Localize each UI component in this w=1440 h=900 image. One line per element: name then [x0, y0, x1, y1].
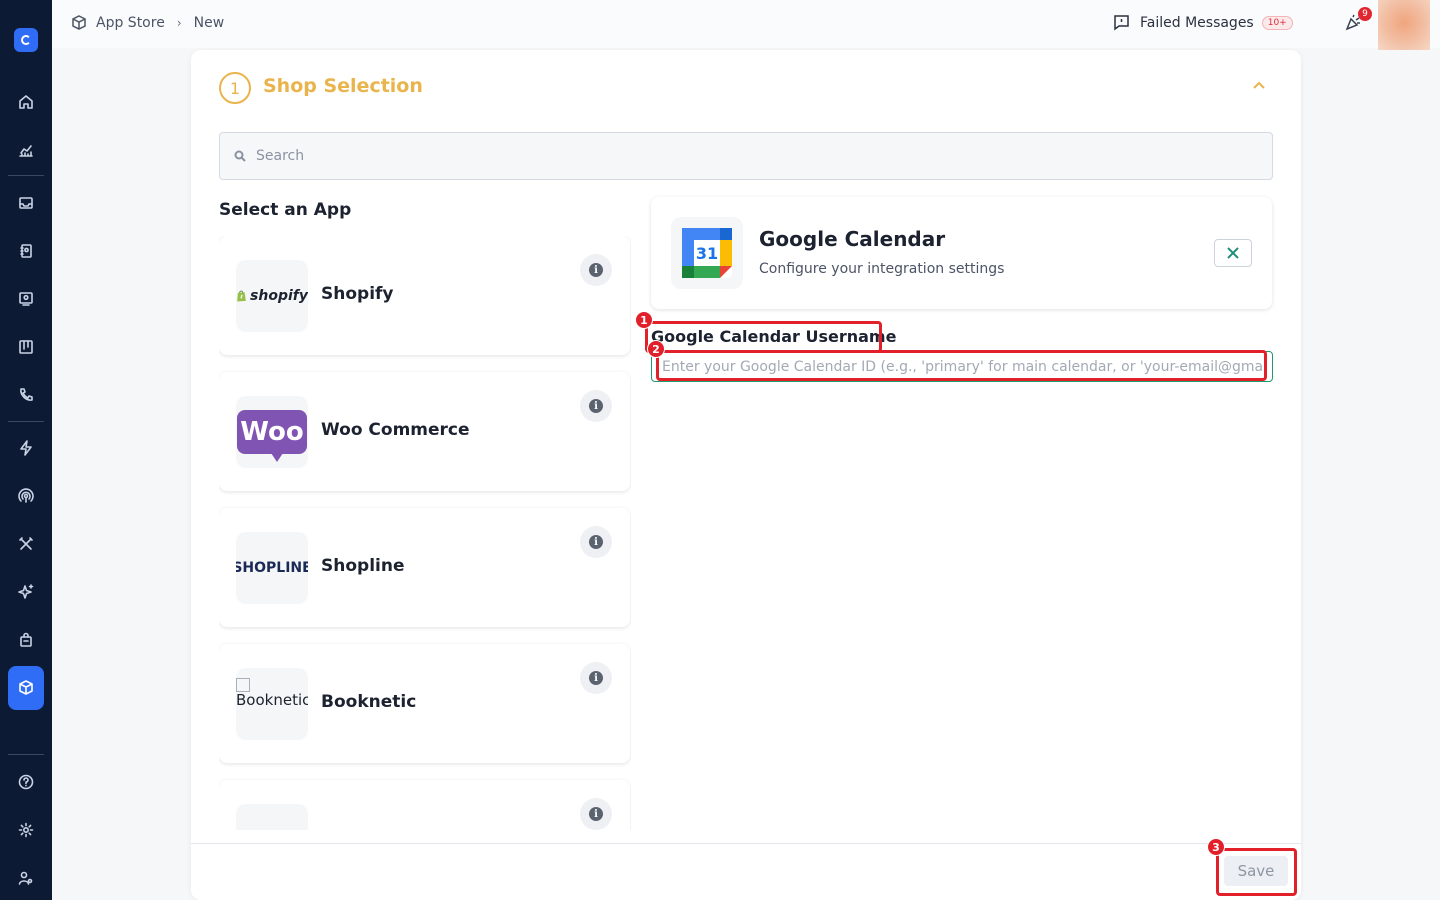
info-icon: i [589, 263, 603, 277]
avatar[interactable] [1378, 0, 1430, 50]
phone-icon[interactable] [8, 377, 44, 413]
info-icon: i [589, 807, 603, 821]
close-icon [1227, 247, 1239, 259]
app-card-booknetic[interactable]: Booknetic Booknetic i [219, 644, 630, 763]
integration-subtitle: Configure your integration settings [759, 261, 1005, 277]
app-card-shopline[interactable]: SHOPLINE Shopline i [219, 508, 630, 627]
shopify-bag-icon [237, 290, 246, 302]
calendar-username-label: Google Calendar Username [651, 327, 897, 346]
select-app-heading: Select an App [219, 200, 352, 220]
app-list: shopify Shopify i Woo Woo Commerce i SHO… [219, 236, 631, 830]
info-button[interactable]: i [580, 254, 612, 286]
step-title: Shop Selection [263, 75, 423, 97]
analytics-icon[interactable] [8, 132, 44, 168]
google-calendar-icon: 31 [682, 228, 732, 278]
info-button[interactable]: i [580, 390, 612, 422]
app-store-icon[interactable] [8, 666, 44, 710]
sidebar [0, 0, 52, 900]
annotation-badge-3: 3 [1207, 838, 1225, 856]
app-name: Shopify [321, 284, 394, 304]
shopline-wordmark: SHOPLINE [236, 560, 308, 576]
app-store-breadcrumb-icon [70, 14, 88, 32]
breadcrumb: App Store › New [70, 14, 224, 32]
google-calendar-card: 31 Google Calendar Configure your integr… [651, 197, 1272, 309]
info-icon: i [589, 535, 603, 549]
booknetic-logo: Booknetic [236, 668, 308, 740]
settings-icon[interactable] [8, 812, 44, 848]
chevron-up-icon[interactable] [1251, 78, 1267, 94]
info-button[interactable]: i [580, 662, 612, 694]
integration-title: Google Calendar [759, 227, 946, 251]
chevron-right-icon: › [176, 16, 182, 30]
panel-footer: Save [191, 843, 1301, 900]
info-button[interactable]: i [580, 798, 612, 830]
google-calendar-logo: 31 [671, 217, 743, 289]
search-icon [234, 150, 246, 162]
calendar-username-field [651, 351, 1273, 382]
failed-messages-count-badge: 10+ [1261, 15, 1293, 30]
inbox-icon[interactable] [8, 185, 44, 221]
booknetic-alt-text: Booknetic [236, 691, 308, 708]
ai-sparkle-icon[interactable] [8, 574, 44, 610]
shopify-logo: shopify [236, 260, 308, 332]
app-card-woo-commerce[interactable]: Woo Woo Commerce i [219, 372, 630, 491]
app-name: Shopline [321, 556, 405, 576]
help-icon[interactable] [8, 764, 44, 800]
app-name: Woo Commerce [321, 420, 470, 440]
shop-selection-panel: 1 Shop Selection Select an App shopify S… [191, 50, 1301, 900]
save-button[interactable]: Save [1224, 856, 1288, 886]
search-input[interactable] [256, 148, 1156, 164]
failed-messages-label: Failed Messages [1140, 14, 1254, 31]
tools-icon[interactable] [8, 526, 44, 562]
notification-count-badge: 9 [1358, 7, 1372, 21]
calendar-username-input[interactable] [662, 358, 1262, 375]
sidebar-divider [8, 421, 44, 422]
app-logo-partial [236, 804, 308, 830]
user-settings-icon[interactable] [8, 860, 44, 896]
app-name: Booknetic [321, 692, 417, 712]
contacts-icon[interactable] [8, 233, 44, 269]
board-icon[interactable] [8, 329, 44, 365]
failed-messages-button[interactable]: Failed Messages 10+ [1113, 14, 1293, 31]
search-box [219, 132, 1273, 180]
woo-wordmark: Woo [237, 410, 307, 462]
shopify-wordmark: shopify [250, 288, 308, 304]
step-number: 1 [219, 72, 251, 104]
sidebar-divider [8, 175, 44, 176]
app-card-shopify[interactable]: shopify Shopify i [219, 236, 630, 355]
app-logo[interactable] [14, 28, 38, 52]
shopline-logo: SHOPLINE [236, 532, 308, 604]
close-button[interactable] [1214, 239, 1252, 267]
annotation-badge-2: 2 [647, 340, 665, 358]
broadcast-icon[interactable] [8, 281, 44, 317]
sidebar-divider [8, 754, 44, 755]
breadcrumb-root-link[interactable]: App Store [96, 15, 165, 31]
signal-icon[interactable] [8, 478, 44, 514]
info-icon: i [589, 399, 603, 413]
breadcrumb-current: New [193, 15, 225, 31]
topbar: App Store › New Failed Messages 10+ 9 [52, 0, 1440, 50]
message-alert-icon [1114, 15, 1129, 31]
broken-image-alt: Booknetic [236, 668, 308, 708]
annotation-badge-1: 1 [635, 311, 653, 329]
broken-image-icon [236, 678, 250, 692]
automation-icon[interactable] [8, 430, 44, 466]
calendar-day-label: 31 [696, 244, 718, 263]
home-icon[interactable] [8, 84, 44, 120]
info-button[interactable]: i [580, 526, 612, 558]
shop-bag-icon[interactable] [8, 622, 44, 658]
info-icon: i [589, 671, 603, 685]
app-card-partial[interactable]: i [219, 780, 630, 830]
woo-commerce-logo: Woo [236, 396, 308, 468]
